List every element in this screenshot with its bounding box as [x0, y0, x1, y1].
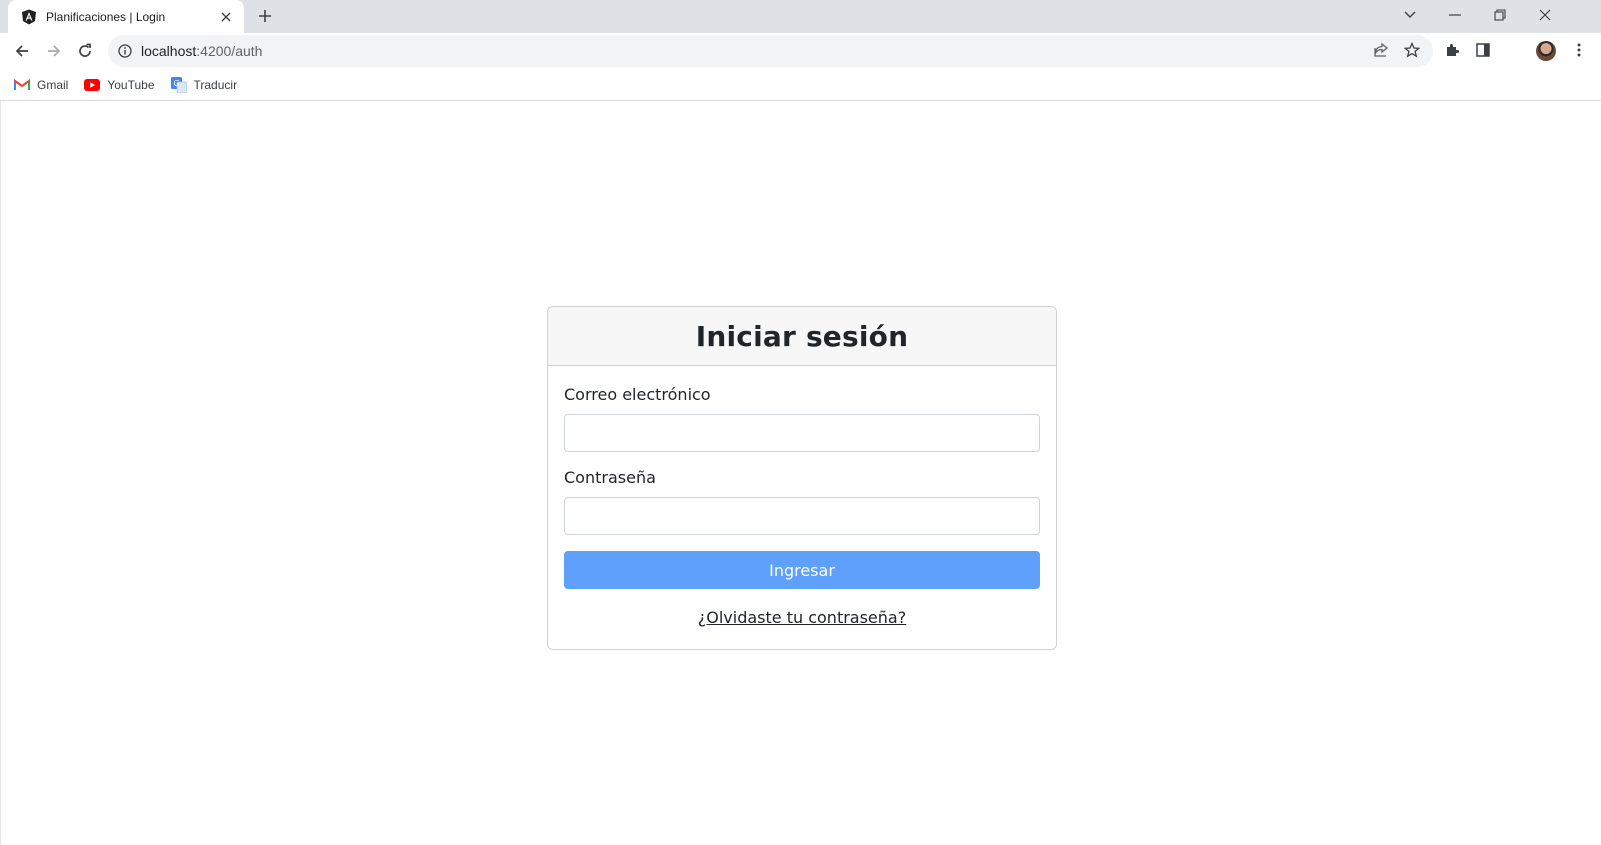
bookmark-traducir[interactable]: G Traducir: [170, 73, 238, 97]
svg-text:G: G: [173, 79, 179, 88]
bookmark-gmail[interactable]: Gmail: [14, 73, 68, 97]
card-header: Iniciar sesión: [548, 307, 1056, 366]
email-group: Correo electrónico: [564, 385, 1040, 452]
minimize-icon[interactable]: [1443, 4, 1467, 26]
tab-title: Planificaciones | Login: [46, 9, 166, 24]
close-tab-icon[interactable]: [218, 9, 234, 25]
url-host: localhost: [141, 43, 197, 59]
bookmark-youtube[interactable]: YouTube: [84, 73, 155, 97]
tab-strip: Planificaciones | Login: [0, 0, 1601, 33]
share-icon[interactable]: [1370, 39, 1392, 61]
back-arrow-icon[interactable]: [10, 39, 34, 63]
gmail-icon: [14, 77, 30, 93]
password-field[interactable]: [564, 497, 1040, 535]
url-text: localhost:4200/auth: [141, 43, 262, 59]
address-bar[interactable]: localhost:4200/auth: [108, 35, 1433, 67]
login-submit-button[interactable]: Ingresar: [564, 551, 1040, 589]
new-tab-button[interactable]: [255, 6, 275, 26]
restore-icon[interactable]: [1488, 4, 1512, 26]
extensions-puzzle-icon[interactable]: [1441, 39, 1463, 61]
email-field[interactable]: [564, 414, 1040, 452]
bookmark-star-icon[interactable]: [1401, 39, 1423, 61]
kebab-menu-icon[interactable]: [1568, 39, 1590, 61]
bookmarks-bar: Gmail YouTube G Traducir: [0, 69, 1601, 101]
google-translate-icon: G: [170, 76, 187, 93]
forgot-password-link[interactable]: ¿Olvidaste tu contraseña?: [698, 608, 906, 627]
bookmark-label: YouTube: [107, 77, 155, 92]
tab-search-chevron-icon[interactable]: [1398, 4, 1422, 26]
angular-icon: [21, 9, 37, 25]
reload-icon[interactable]: [73, 39, 97, 63]
password-label: Contraseña: [564, 468, 656, 487]
forward-arrow-icon[interactable]: [42, 39, 66, 63]
login-form: Correo electrónico Contraseña Ingresar ¿…: [548, 366, 1056, 628]
email-label: Correo electrónico: [564, 385, 711, 404]
password-group: Contraseña: [564, 468, 1040, 535]
profile-avatar[interactable]: [1536, 41, 1556, 61]
side-panel-icon[interactable]: [1472, 39, 1494, 61]
youtube-icon: [84, 77, 101, 93]
page-title: Iniciar sesión: [695, 319, 909, 353]
site-info-icon[interactable]: [117, 43, 133, 59]
forgot-password-wrap: ¿Olvidaste tu contraseña?: [564, 608, 1040, 628]
bookmark-label: Traducir: [193, 77, 238, 92]
close-window-icon[interactable]: [1533, 4, 1557, 26]
browser-toolbar: localhost:4200/auth: [0, 33, 1601, 69]
bookmark-label: Gmail: [37, 77, 69, 92]
login-card: Iniciar sesión Correo electrónico Contra…: [547, 306, 1057, 650]
browser-tab[interactable]: Planificaciones | Login: [8, 0, 244, 33]
url-path: :4200/auth: [196, 43, 263, 59]
page-content: Iniciar sesión Correo electrónico Contra…: [0, 101, 1601, 845]
